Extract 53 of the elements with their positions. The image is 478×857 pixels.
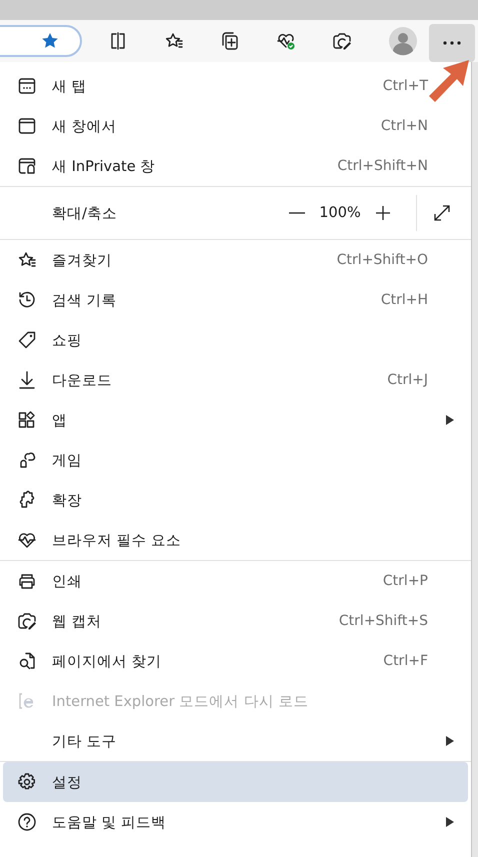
submenu-arrow-icon bbox=[446, 817, 454, 827]
shortcut-label: Ctrl+F bbox=[383, 653, 428, 669]
shortcut-label: Ctrl+N bbox=[380, 118, 428, 134]
zoom-label: 확대/축소 bbox=[52, 204, 118, 222]
shortcut-label: Ctrl+Shift+O bbox=[336, 252, 428, 268]
menu-item[interactable]: 다운로드 Ctrl+J bbox=[3, 360, 468, 400]
menu-item[interactable]: 새 창에서 Ctrl+N bbox=[3, 106, 468, 146]
menu-item[interactable]: 게임 bbox=[3, 440, 468, 480]
menu-item[interactable]: 새 탭 Ctrl+T bbox=[3, 66, 468, 106]
zoom-value: 100% bbox=[318, 205, 362, 221]
menu-item[interactable]: 설정 bbox=[3, 762, 468, 802]
apps-icon bbox=[17, 410, 37, 430]
menu-item[interactable]: 즐겨찾기 Ctrl+Shift+O bbox=[3, 240, 468, 280]
tag-icon bbox=[17, 330, 37, 350]
menu-item[interactable]: 기타 도구 bbox=[3, 721, 468, 761]
web-capture-icon bbox=[332, 31, 352, 51]
menu-item[interactable]: 앱 bbox=[3, 400, 468, 440]
puzzle-icon bbox=[17, 490, 37, 510]
menu-item[interactable]: 쇼핑 bbox=[3, 320, 468, 360]
shortcut-label: Ctrl+Shift+S bbox=[338, 613, 428, 629]
avatar-icon[interactable] bbox=[388, 26, 418, 56]
address-field[interactable] bbox=[0, 25, 82, 57]
new-tab-icon bbox=[17, 76, 37, 96]
menu-item[interactable]: 브라우저 필수 요소 bbox=[3, 520, 468, 560]
shortcut-label: Ctrl+P bbox=[382, 573, 428, 589]
menu-item[interactable]: 페이지에서 찾기 Ctrl+F bbox=[3, 641, 468, 681]
shortcut-label: Ctrl+T bbox=[382, 78, 428, 94]
shortcut-label: Ctrl+J bbox=[387, 372, 428, 388]
help-icon bbox=[17, 812, 37, 832]
menu-item[interactable]: 인쇄 Ctrl+P bbox=[3, 561, 468, 601]
find-page-icon bbox=[17, 651, 37, 671]
private-window-icon bbox=[17, 156, 37, 176]
history-icon bbox=[17, 290, 37, 310]
web-capture-icon bbox=[17, 611, 37, 631]
shortcut-label: Ctrl+Shift+N bbox=[337, 158, 428, 174]
menu-item[interactable]: 도움말 및 피드백 bbox=[3, 802, 468, 842]
heartbeat-icon bbox=[17, 530, 37, 550]
menu-item[interactable]: 확장 bbox=[3, 480, 468, 520]
collections-icon bbox=[220, 31, 240, 51]
plus-icon bbox=[373, 203, 393, 223]
menu-item[interactable]: 새 InPrivate 창 Ctrl+Shift+N bbox=[3, 146, 468, 186]
submenu-arrow-icon bbox=[446, 736, 454, 746]
more-icon bbox=[443, 41, 461, 45]
menu-item[interactable]: 검색 기록 Ctrl+H bbox=[3, 280, 468, 320]
menu-item[interactable]: 웹 캡처 Ctrl+Shift+S bbox=[3, 601, 468, 641]
expand-arrow-icon bbox=[432, 203, 452, 223]
submenu-arrow-icon bbox=[446, 415, 454, 425]
minus-icon bbox=[289, 212, 305, 214]
window-icon bbox=[17, 116, 37, 136]
settings-icon bbox=[17, 772, 37, 792]
shortcut-label: Ctrl+H bbox=[380, 292, 428, 308]
download-icon bbox=[17, 370, 37, 390]
health-check-icon bbox=[276, 31, 296, 51]
